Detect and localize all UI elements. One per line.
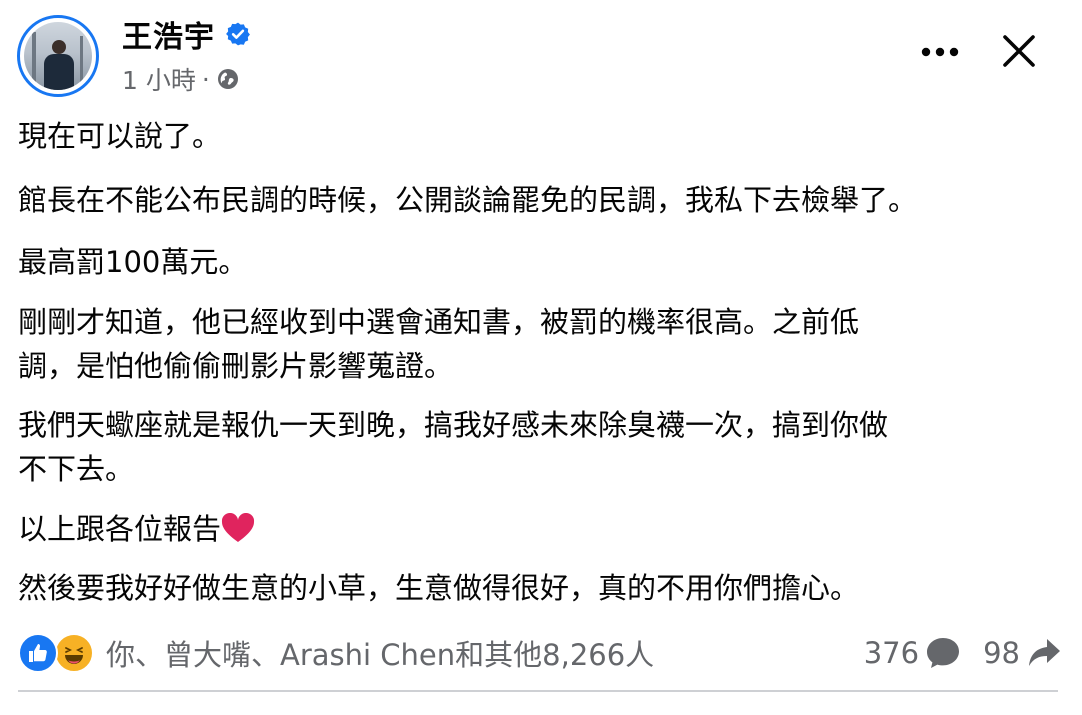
post-meta: 1 小時 · [122,62,240,96]
haha-reaction[interactable] [54,633,94,673]
post-header: 王浩宇 1 小時 · [0,0,1082,110]
more-options-button[interactable] [918,30,962,74]
like-icon [29,644,47,662]
verified-badge-icon [226,22,250,46]
more-dots-icon [921,47,959,57]
reaction-summary[interactable]: 你、曾大嘴、Arashi Chen和其他8,266人 [106,632,654,674]
post-paragraph: 現在可以說了。 [18,119,222,153]
post-paragraph-with-heart: 以上跟各位報告 [18,507,255,551]
close-icon [1003,35,1035,67]
close-button[interactable] [996,28,1042,74]
post-paragraph: ￼我們天蠍座就是報仇一天到晚，搞我好感未來除臭襪一次，搞到你做 不下去。 [18,408,889,486]
author-name-row: 王浩宇 [122,12,251,56]
post-paragraph: 然後要我好好做生意的小草，生意做得很好，真的不用你們擔￼心。 [18,571,860,605]
author-avatar[interactable] [17,15,99,97]
post-footer: 你、曾大嘴、Arashi Chen和其他8,266人 376 98 [18,628,1062,678]
author-name[interactable]: 王浩宇 [122,12,215,56]
like-reaction[interactable] [18,633,58,673]
share-icon [1029,639,1060,666]
comments-count: 376 [863,636,920,670]
post-paragraph: 館長在不能公布民調的時候，公開談論罷免的民調，我私下去檢舉了。 [18,183,918,217]
haha-icon [58,637,90,669]
post-paragraph: 最高罰100萬元。 [18,245,248,279]
footer-divider [18,690,1058,692]
shares-count: 98 [983,636,1020,670]
meta-separator: · [201,64,210,94]
globe-icon[interactable] [216,67,240,91]
post-paragraph: ￼剛剛才知道，他已經收到中選會通知書，被罰的機率很高。之前低 調，是怕他偷偷刪影… [18,305,860,383]
post-timestamp[interactable]: 1 小時 [122,61,196,97]
red-heart-icon [222,513,255,542]
avatar-photo [24,22,92,90]
post-paragraph: 以上跟各位報告 [18,512,222,546]
shares-count-button[interactable]: 98 [983,636,1062,670]
comment-icon [927,638,960,668]
comments-count-button[interactable]: 376 [864,636,961,670]
